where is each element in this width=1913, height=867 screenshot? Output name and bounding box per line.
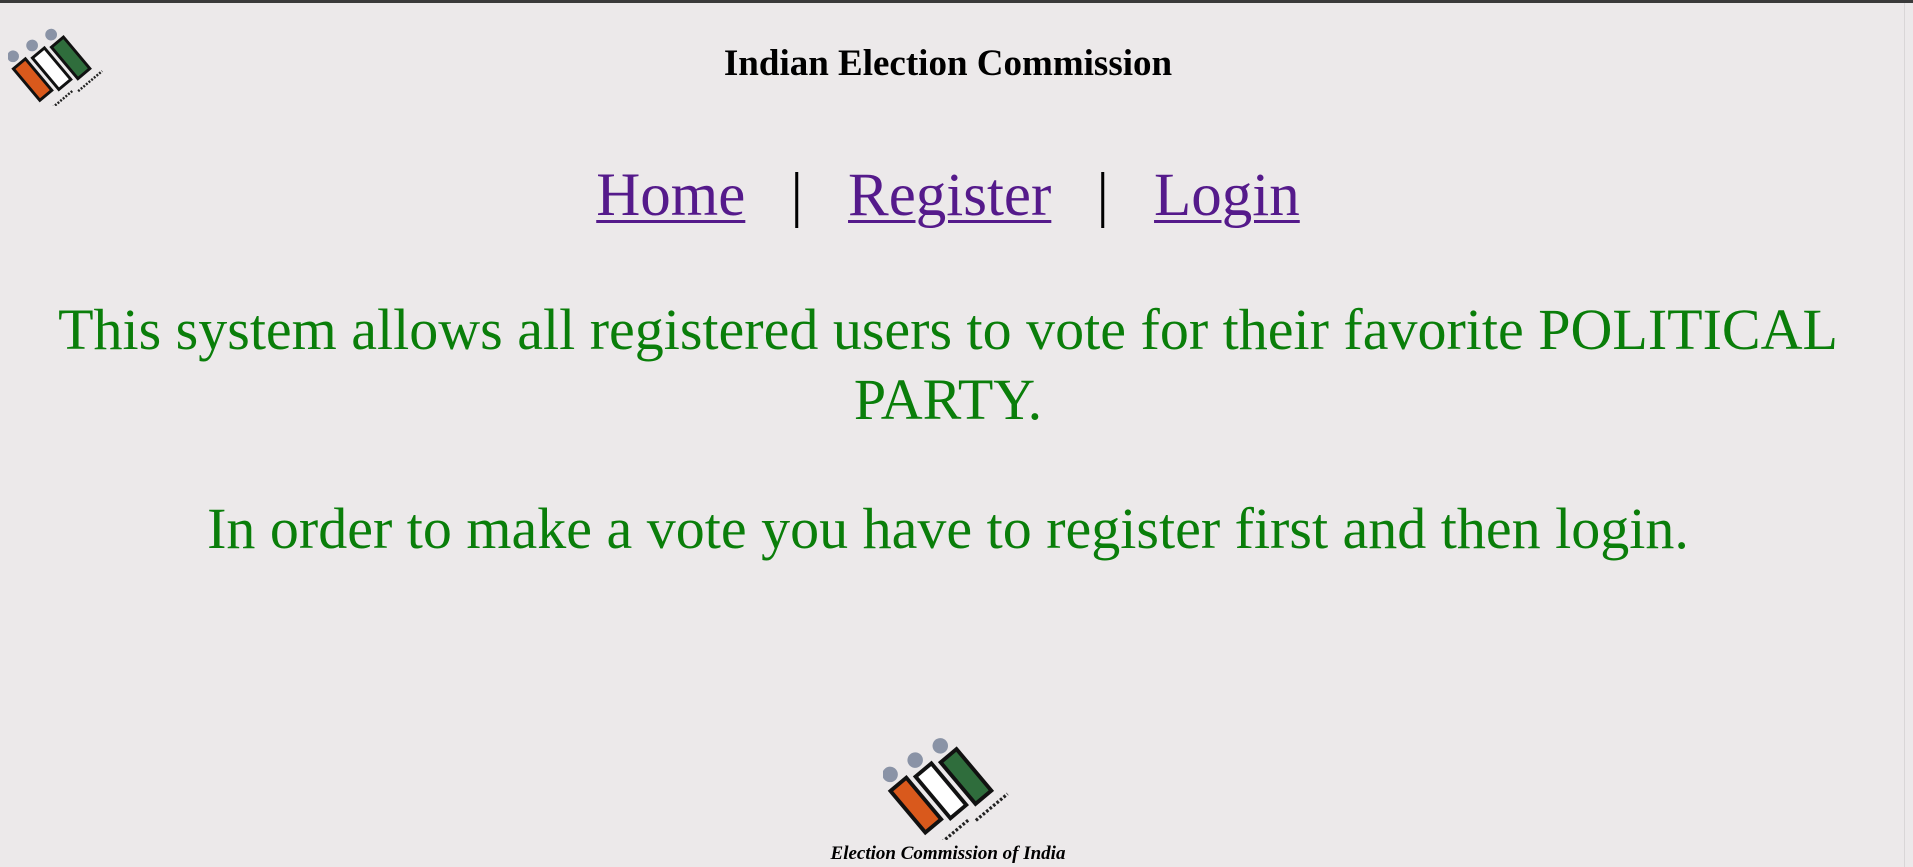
page-title: Indian Election Commission (723, 43, 1173, 84)
window-top-border (0, 0, 1913, 3)
nav-link-login[interactable]: Login (1154, 162, 1300, 229)
main-nav: Home | Register | Login (0, 160, 1896, 232)
nav-link-home[interactable]: Home (596, 162, 745, 229)
vertical-scrollbar[interactable] (1896, 3, 1913, 867)
info-message-register: In order to make a vote you have to regi… (207, 496, 1689, 561)
eci-logo-bottom-icon (882, 716, 1013, 850)
scrollbar-track (1904, 3, 1905, 867)
nav-separator: | (1096, 162, 1109, 229)
footer-caption: Election Commission of India (830, 843, 1066, 864)
nav-separator: | (790, 162, 803, 229)
info-message-voting: This system allows all registered users … (58, 297, 1838, 432)
nav-link-register[interactable]: Register (848, 162, 1051, 229)
